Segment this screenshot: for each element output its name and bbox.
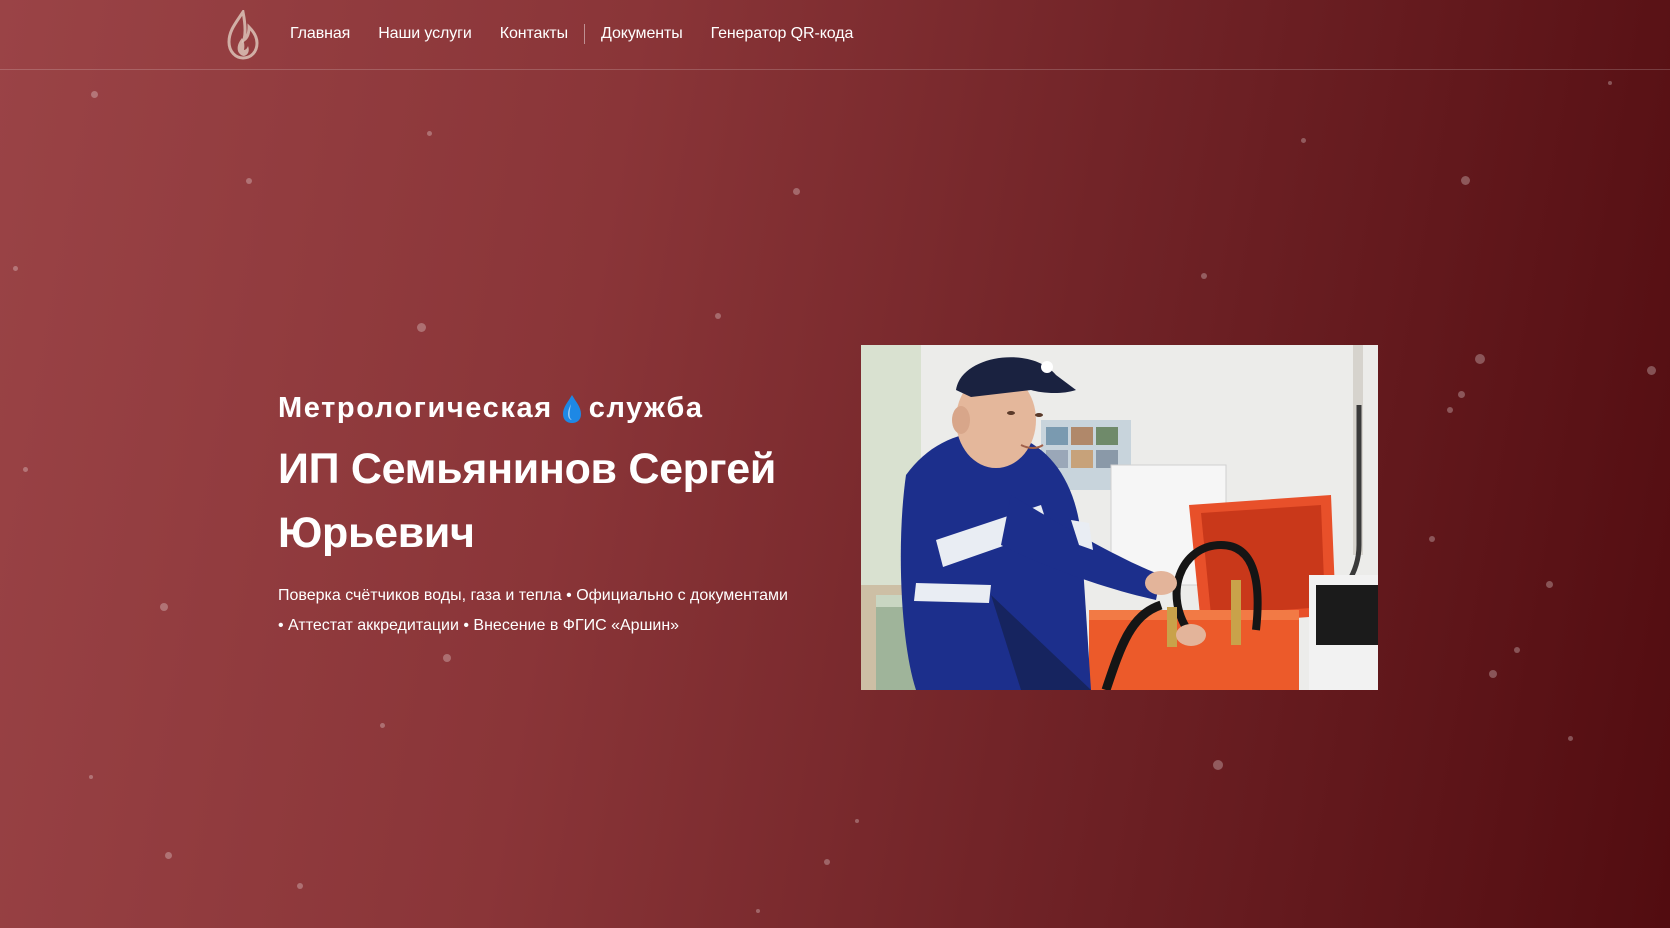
main-nav: Главная Наши услуги Контакты Документы Г…: [290, 0, 881, 68]
nav-home[interactable]: Главная: [290, 25, 350, 43]
background-particles: [0, 0, 1670, 928]
nav-services[interactable]: Наши услуги: [378, 25, 472, 43]
nav-divider: [584, 24, 586, 44]
service-heading: Метрологическая служба: [278, 392, 818, 425]
nav-qr-generator[interactable]: Генератор QR-кода: [711, 25, 854, 43]
company-name: ИП Семьянинов Сергей Юрьевич: [278, 445, 777, 557]
water-drop-icon: [561, 394, 583, 424]
nav-documents[interactable]: Документы: [601, 25, 683, 43]
subtitle-line-1: Поверка счётчиков воды, газа и тепла • О…: [278, 587, 788, 604]
service-suffix: служба: [588, 392, 704, 424]
technician-photo: [861, 345, 1378, 690]
service-prefix: Метрологическая: [278, 392, 553, 424]
flame-icon[interactable]: [226, 8, 260, 60]
nav-contacts[interactable]: Контакты: [500, 25, 568, 43]
site-header: Главная Наши услуги Контакты Документы Г…: [0, 0, 1670, 70]
subtitle-line-2: • Аттестат аккредитации • Внесение в ФГИ…: [278, 617, 680, 634]
hero-subtitle: Поверка счётчиков воды, газа и тепла • О…: [278, 581, 808, 641]
hero-text: Метрологическая служба ИП Семьянинов Сер…: [278, 392, 818, 641]
